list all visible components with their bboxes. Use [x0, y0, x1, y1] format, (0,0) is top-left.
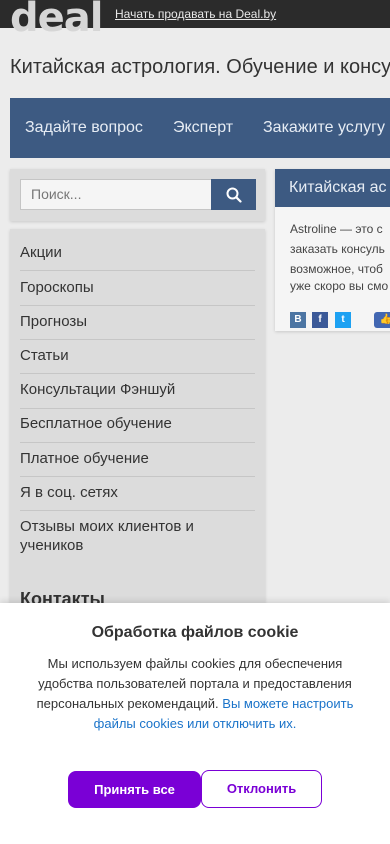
search-button[interactable]: [211, 179, 256, 210]
menu-item-promotions[interactable]: Акции: [20, 243, 255, 271]
menu-item-paid-training[interactable]: Платное обучение: [20, 449, 255, 477]
like-icon[interactable]: 👍: [374, 312, 390, 328]
menu-item-articles[interactable]: Статьи: [20, 346, 255, 374]
about-panel: Китайская ас Astroline — это с заказать …: [275, 169, 390, 331]
cookie-banner: Обработка файлов cookie Мы используем фа…: [0, 603, 390, 844]
menu-item-free-training[interactable]: Бесплатное обучение: [20, 414, 255, 443]
nav-item-order-service[interactable]: Закажите услугу: [263, 98, 385, 158]
twitter-icon[interactable]: t: [335, 312, 351, 328]
nav-item-ask-question[interactable]: Задайте вопрос: [25, 98, 143, 158]
menu-item-fengshui-consultations[interactable]: Консультации Фэншуй: [20, 380, 255, 409]
menu-item-forecasts[interactable]: Прогнозы: [20, 312, 255, 340]
menu-item-horoscopes[interactable]: Гороскопы: [20, 278, 255, 306]
panel-text-line: заказать консуль: [290, 242, 385, 256]
panel-text-line: уже скоро вы смо: [290, 279, 389, 293]
decline-button[interactable]: Отклонить: [201, 770, 322, 808]
top-bar: deal Начать продавать на Deal.by: [0, 0, 390, 38]
search-input[interactable]: Поиск...: [20, 179, 212, 210]
panel-heading: Китайская ас: [275, 169, 390, 207]
nav-item-expert[interactable]: Эксперт: [173, 98, 233, 158]
search-box: Поиск...: [10, 169, 265, 221]
search-icon: [226, 187, 242, 203]
menu-item-client-reviews[interactable]: Отзывы моих клиентов и учеников: [20, 517, 255, 557]
side-menu: Акции Гороскопы Прогнозы Статьи Консульт…: [10, 229, 265, 649]
cookie-title: Обработка файлов cookie: [91, 624, 299, 641]
menu-item-social-networks[interactable]: Я в соц. сетях: [20, 483, 255, 511]
vk-icon[interactable]: В: [290, 312, 306, 328]
cookie-text: Мы используем файлы cookies для обеспече…: [25, 654, 365, 734]
start-selling-link[interactable]: Начать продавать на Deal.by: [115, 7, 276, 21]
site-title: Китайская астрология. Обучение и консу: [10, 56, 390, 78]
panel-text-line: Astroline — это с: [290, 222, 383, 236]
main-nav: Задайте вопрос Эксперт Закажите услугу: [10, 98, 390, 158]
deal-logo[interactable]: deal: [10, 0, 103, 38]
accept-all-button[interactable]: Принять все: [68, 771, 201, 808]
facebook-icon[interactable]: f: [312, 312, 328, 328]
panel-text-line: возможное, чтоб: [290, 262, 383, 276]
